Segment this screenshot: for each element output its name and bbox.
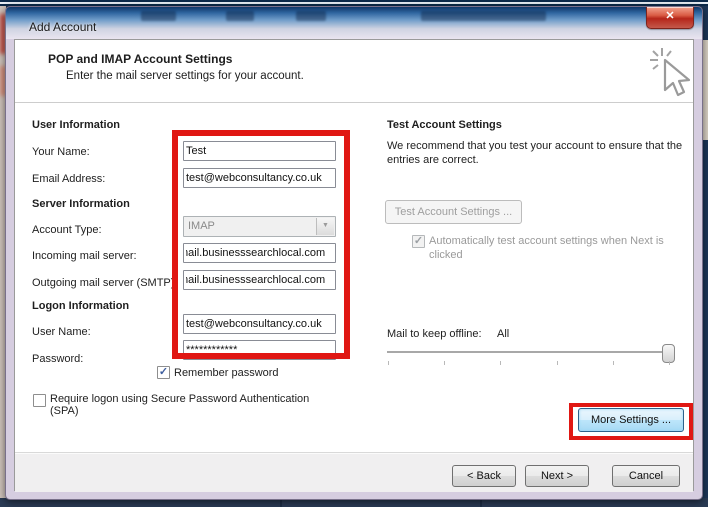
close-button[interactable]: ✕ xyxy=(646,7,694,29)
user-name-input[interactable] xyxy=(183,314,336,334)
test-account-heading: Test Account Settings xyxy=(387,119,502,131)
user-information-heading: User Information xyxy=(32,119,120,131)
account-type-select: IMAP ▼ xyxy=(183,216,336,237)
cancel-button[interactable]: Cancel xyxy=(612,465,680,487)
page-subtitle: Enter the mail server settings for your … xyxy=(66,70,304,82)
offline-slider-track[interactable] xyxy=(387,351,674,353)
chevron-down-icon: ▼ xyxy=(316,218,334,235)
next-button[interactable]: Next > xyxy=(525,465,589,487)
page-title: POP and IMAP Account Settings xyxy=(48,52,232,66)
dialog-body: POP and IMAP Account Settings Enter the … xyxy=(14,39,694,491)
your-name-label: Your Name: xyxy=(32,146,90,158)
titlebar[interactable]: Add Account xyxy=(6,7,702,39)
password-label: Password: xyxy=(32,353,83,365)
header-divider xyxy=(15,102,693,103)
server-information-heading: Server Information xyxy=(32,198,130,210)
mail-offline-label: Mail to keep offline: xyxy=(387,328,482,340)
account-type-value: IMAP xyxy=(188,220,215,232)
user-name-label: User Name: xyxy=(32,326,91,338)
click-cursor-icon xyxy=(648,46,694,104)
auto-test-label: Automatically test account settings when… xyxy=(429,234,691,262)
password-input[interactable] xyxy=(183,340,336,360)
email-address-input[interactable] xyxy=(183,168,336,188)
add-account-dialog: Add Account ✕ POP and IMAP Account Setti… xyxy=(5,6,703,500)
incoming-server-input[interactable] xyxy=(183,243,336,263)
outgoing-server-input[interactable] xyxy=(183,270,336,290)
spa-label: Require logon using Secure Password Auth… xyxy=(50,393,338,417)
window-title: Add Account xyxy=(29,20,96,34)
test-account-description: We recommend that you test your account … xyxy=(387,139,699,167)
background-window-blur xyxy=(296,11,326,21)
offline-slider-ticks xyxy=(388,361,670,365)
test-account-settings-button: Test Account Settings ... xyxy=(385,200,522,224)
background-window-blur xyxy=(226,11,254,21)
background-window-blur xyxy=(421,11,546,21)
logon-information-heading: Logon Information xyxy=(32,300,129,312)
email-address-label: Email Address: xyxy=(32,173,105,185)
your-name-input[interactable] xyxy=(183,141,336,161)
outgoing-server-label: Outgoing mail server (SMTP): xyxy=(32,277,177,289)
incoming-server-label: Incoming mail server: xyxy=(32,250,137,262)
check-icon: ✓ xyxy=(414,235,423,247)
spa-checkbox[interactable] xyxy=(33,394,46,407)
footer-bar xyxy=(15,452,693,492)
mail-offline-value: All xyxy=(497,328,509,340)
remember-password-checkbox[interactable]: ✓ xyxy=(157,366,170,379)
more-settings-button[interactable]: More Settings ... xyxy=(578,408,684,432)
account-type-label: Account Type: xyxy=(32,224,102,236)
background-top-highlight xyxy=(0,2,708,4)
remember-password-label: Remember password xyxy=(174,367,279,379)
check-icon: ✓ xyxy=(159,366,168,378)
background-window-blur xyxy=(141,11,176,21)
close-icon: ✕ xyxy=(665,10,674,22)
auto-test-checkbox: ✓ xyxy=(412,235,425,248)
back-button[interactable]: < Back xyxy=(452,465,516,487)
